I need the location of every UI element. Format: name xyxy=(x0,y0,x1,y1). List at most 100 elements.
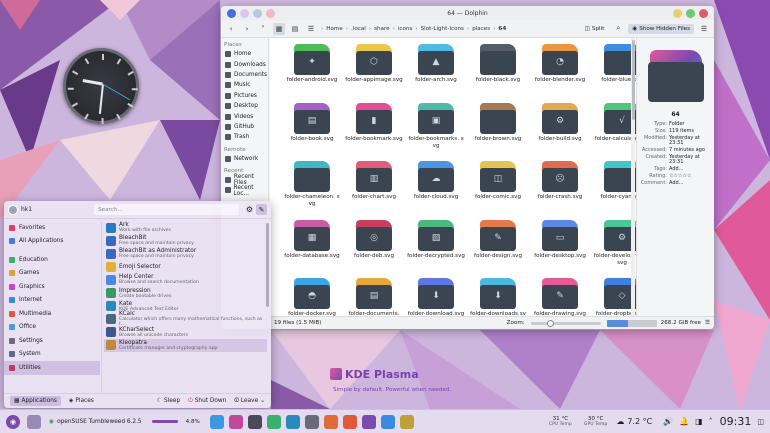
app-item[interactable]: Ark Work with file archives xyxy=(104,221,267,234)
sidebar-item-music[interactable]: Music xyxy=(221,80,268,90)
info-value[interactable]: Add... xyxy=(669,166,714,172)
task-icon[interactable] xyxy=(248,414,263,429)
breadcrumb-item[interactable]: icons xyxy=(395,26,416,32)
file-item[interactable]: ▮ folder-bookmark.svg xyxy=(344,101,404,160)
hamburger-menu-icon[interactable]: ☰ xyxy=(705,320,710,326)
app-item[interactable]: Emoji Selector xyxy=(104,260,267,273)
shutdown-button[interactable]: ⏻ Shut Down xyxy=(188,398,226,405)
zoom-slider-handle[interactable] xyxy=(546,319,554,327)
file-item[interactable]: ▤ folder-documents. xyxy=(344,276,404,316)
scrollbar-thumb[interactable] xyxy=(266,223,269,307)
task-icon[interactable] xyxy=(362,414,377,429)
search-input[interactable]: Search... xyxy=(94,204,239,215)
app-item[interactable]: BleachBit Free space and maintain privacy xyxy=(104,234,267,247)
app-icon[interactable] xyxy=(227,8,236,18)
applications-tab[interactable]: ▦ Applications xyxy=(10,396,61,406)
show-hidden-button[interactable]: ◉ Show Hidden Files xyxy=(628,23,694,34)
keep-above-icon[interactable] xyxy=(266,8,275,18)
leave-button[interactable]: ⏼ Leave ⌄ xyxy=(234,398,265,405)
category-item[interactable]: Games xyxy=(4,267,100,281)
category-item[interactable]: Settings xyxy=(4,334,100,348)
file-item[interactable]: folder-cyan.svg xyxy=(592,159,636,218)
desktop-pager-icon[interactable] xyxy=(26,414,41,429)
file-item[interactable]: ✦ folder-android.svg xyxy=(282,42,342,101)
scrollbar-thumb[interactable] xyxy=(631,40,635,120)
breadcrumb-item[interactable]: Home xyxy=(323,26,346,32)
breadcrumb-item[interactable]: places xyxy=(469,26,493,32)
file-item[interactable]: ◔ folder-blender.svg xyxy=(530,42,590,101)
file-item[interactable]: √ folder-calculate.svg xyxy=(592,101,636,160)
category-item[interactable]: Education xyxy=(4,253,100,267)
sidebar-item-home[interactable]: Home xyxy=(221,49,268,59)
file-item[interactable]: ⚙ folder-build.svg xyxy=(530,101,590,160)
file-item[interactable]: folder-blue.svg xyxy=(592,42,636,101)
digital-clock[interactable]: 09:31 xyxy=(720,415,752,428)
tray-expand-icon[interactable]: ˄ xyxy=(709,417,713,426)
details-view-icon[interactable]: ☰ xyxy=(305,23,317,35)
hamburger-menu-icon[interactable]: ☰ xyxy=(698,23,710,35)
task-icon[interactable] xyxy=(400,414,415,429)
peek-desktop-icon[interactable]: ◫ xyxy=(757,418,764,426)
task-icon[interactable] xyxy=(286,414,301,429)
file-item[interactable]: ✎ folder-drawing.svg xyxy=(530,276,590,316)
file-item[interactable]: ▲ folder-arch.svg xyxy=(406,42,466,101)
breadcrumb-item[interactable]: Slot-Light-Icons xyxy=(418,26,467,32)
category-item[interactable]: Graphics xyxy=(4,280,100,294)
app-item[interactable]: Impression Create bootable drives xyxy=(104,286,267,299)
back-icon[interactable]: ‹ xyxy=(225,23,237,35)
file-item[interactable]: ⚙ folder-development. svg xyxy=(592,218,636,277)
scrollbar[interactable] xyxy=(631,38,635,316)
breadcrumb-item[interactable]: 64 xyxy=(495,26,509,32)
file-item[interactable]: ◫ folder-comic.svg xyxy=(468,159,528,218)
category-item[interactable]: All Applications xyxy=(4,235,100,249)
volume-icon[interactable]: 🔊 xyxy=(663,417,673,426)
category-item[interactable]: Internet xyxy=(4,294,100,308)
weather-icon[interactable]: ☁ xyxy=(616,417,624,426)
file-item[interactable]: ☹ folder-crash.svg xyxy=(530,159,590,218)
avatar[interactable] xyxy=(8,204,18,215)
compact-view-icon[interactable]: ▤ xyxy=(289,23,301,35)
file-item[interactable]: ⬇folder-downloads.svg xyxy=(468,276,528,316)
notifications-icon[interactable]: 🔔 xyxy=(679,417,689,426)
file-item[interactable]: ⬇ folder-download.svg xyxy=(406,276,466,316)
pin-icon[interactable]: ✎ xyxy=(256,204,267,215)
info-value[interactable]: Add... xyxy=(669,180,714,186)
file-item[interactable]: ◇folder-dropbox.svg xyxy=(592,276,636,316)
minimize-button[interactable] xyxy=(673,8,682,18)
cpu-temp-widget[interactable]: 31 °C CPU Temp xyxy=(549,416,572,428)
pin-icon[interactable] xyxy=(240,8,249,18)
sidebar-item-trash[interactable]: Trash xyxy=(221,132,268,142)
breadcrumb-item[interactable]: share xyxy=(371,26,393,32)
breadcrumb-item[interactable]: .local xyxy=(348,26,369,32)
category-item[interactable]: Office xyxy=(4,321,100,335)
file-item[interactable]: folder-brown.svg xyxy=(468,101,528,160)
task-icon[interactable] xyxy=(381,414,396,429)
app-item[interactable]: Kleopatra Certificate manager and cryptog… xyxy=(104,338,267,352)
app-item[interactable]: BleachBit as Administrator Free space and… xyxy=(104,247,267,260)
file-item[interactable]: ⬡ folder-appimage.svg xyxy=(344,42,404,101)
file-item[interactable]: folder-black.svg xyxy=(468,42,528,101)
file-item[interactable]: ▣ folder-bookmarks. svg xyxy=(406,101,466,160)
file-item[interactable]: ▭ folder-desktop.svg xyxy=(530,218,590,277)
app-item[interactable]: KCharSelect Browse all unicode characters xyxy=(104,326,267,339)
gpu-temp-widget[interactable]: 30 °C GPU Temp xyxy=(584,416,607,428)
app-item[interactable]: Help Center Browse and search documentati… xyxy=(104,273,267,286)
settings-icon[interactable]: ⚙ xyxy=(246,205,253,214)
shade-icon[interactable] xyxy=(253,8,262,18)
task-icon[interactable] xyxy=(267,414,282,429)
file-item[interactable]: ◓ folder-docker.svg xyxy=(282,276,342,316)
sidebar-item-desktop[interactable]: Desktop xyxy=(221,101,268,111)
category-item[interactable]: Favorites xyxy=(4,221,100,235)
file-item[interactable]: ▦ folder-database.svg xyxy=(282,218,342,277)
network-icon[interactable]: ◨ xyxy=(695,417,703,426)
file-item[interactable]: folder-chameleon. svg xyxy=(282,159,342,218)
zoom-slider[interactable] xyxy=(530,319,601,327)
system-info-widget[interactable]: ◉ openSUSE Tumbleweed 6.2.5 xyxy=(49,419,142,425)
task-icon[interactable] xyxy=(343,414,358,429)
file-item[interactable]: ✎ folder-design.svg xyxy=(468,218,528,277)
file-view[interactable]: ✦ folder-android.svg ⬡ folder-appimage.svg ▲… xyxy=(270,38,636,316)
weather-temp[interactable]: 7.2 °C xyxy=(627,417,652,426)
window-titlebar[interactable]: 64 — Dolphin xyxy=(221,6,714,20)
sidebar-item-documents[interactable]: Documents xyxy=(221,70,268,80)
task-icon[interactable] xyxy=(305,414,320,429)
